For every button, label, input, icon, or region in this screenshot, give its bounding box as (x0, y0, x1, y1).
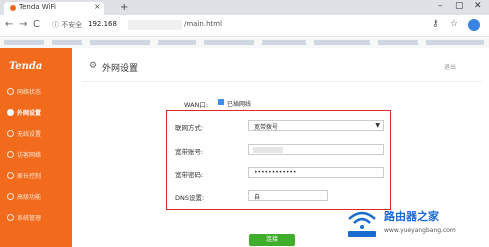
url-host: 192.168 (88, 20, 117, 28)
globe-icon (7, 109, 14, 116)
wan-label: WAN口: (184, 101, 209, 109)
bookmark-item[interactable] (262, 40, 306, 45)
bookmark-item[interactable] (314, 40, 370, 45)
bookmark-item[interactable] (4, 40, 44, 45)
connect-label: 连接 (265, 236, 278, 243)
sidebar-item-system[interactable]: 系统管理 (0, 210, 72, 226)
watermark-title: 路由器之家 (384, 210, 439, 223)
sidebar-item-label: 无线设置 (17, 131, 42, 138)
sidebar-item-wan[interactable]: 外网设置 (0, 105, 72, 121)
status-icon (7, 88, 14, 95)
parental-icon (7, 172, 14, 179)
star-icon[interactable]: ☆ (450, 19, 458, 29)
sidebar-item-label: 访客网络 (17, 152, 42, 159)
bookmarks-bar (0, 37, 489, 48)
wan-status-icon (218, 99, 224, 105)
minimize-button[interactable]: – (438, 1, 443, 11)
router-icon (348, 211, 376, 237)
address-bar: ← → C ⓘ 不安全 192.168 /main.html ⚷ ☆ (0, 15, 489, 37)
url-input[interactable]: ⓘ 不安全 192.168 /main.html (48, 19, 440, 33)
watermark: 路由器之家 www.yueyangbang.com (340, 205, 486, 243)
divider (82, 81, 482, 82)
connect-button[interactable]: 连接 (249, 234, 295, 246)
browser-tab[interactable]: Tenda WiFi × (4, 2, 104, 15)
security-indicator[interactable]: ⓘ 不安全 (52, 20, 82, 30)
forward-button[interactable]: → (19, 19, 27, 30)
sidebar-item-advanced[interactable]: 高级功能 (0, 189, 72, 205)
bookmark-item[interactable] (158, 40, 196, 45)
highlight-box (166, 110, 391, 210)
sidebar: Tenda 网络状态 外网设置 无线设置 访客网络 家长控制 高级功能 系统管理 (0, 48, 72, 247)
tools-icon (7, 193, 14, 200)
tenda-favicon-icon (10, 5, 16, 11)
bookmark-item[interactable] (52, 40, 82, 45)
sidebar-item-guest[interactable]: 访客网络 (0, 147, 72, 163)
sidebar-item-label: 外网设置 (17, 110, 42, 117)
maximize-button[interactable]: ▢ (455, 1, 464, 11)
sidebar-item-parental[interactable]: 家长控制 (0, 168, 72, 184)
tab-close-icon[interactable]: × (94, 2, 101, 11)
bookmark-item[interactable] (378, 40, 418, 45)
avatar[interactable] (468, 19, 480, 31)
settings-icon: ⚙ (89, 61, 98, 71)
sidebar-item-label: 系统管理 (17, 215, 42, 222)
sidebar-item-label: 高级功能 (17, 194, 42, 201)
tab-title: Tenda WiFi (19, 3, 56, 11)
bookmark-item[interactable] (90, 40, 150, 45)
logout-link[interactable]: 退出 (444, 62, 456, 71)
close-window-button[interactable]: ✕ (474, 1, 482, 11)
gear-icon (7, 214, 14, 221)
browser-tab-bar: Tenda WiFi × + – ▢ ✕ (0, 0, 489, 15)
wan-status: 已插网线 (227, 101, 252, 108)
back-button[interactable]: ← (5, 19, 13, 30)
url-path: /main.html (184, 20, 223, 28)
bookmark-item[interactable] (204, 40, 254, 45)
guest-icon (7, 151, 14, 158)
sidebar-item-label: 网络状态 (17, 89, 42, 96)
tenda-logo: Tenda (9, 61, 43, 72)
reload-button[interactable]: C (33, 19, 40, 30)
url-redacted (128, 20, 182, 30)
sidebar-item-status[interactable]: 网络状态 (0, 84, 72, 100)
watermark-url: www.yueyangbang.com (384, 227, 456, 234)
new-tab-button[interactable]: + (120, 2, 128, 13)
wifi-icon (7, 130, 14, 137)
sidebar-item-wireless[interactable]: 无线设置 (0, 126, 72, 142)
bookmark-item[interactable] (426, 40, 484, 45)
key-icon[interactable]: ⚷ (432, 19, 439, 29)
sidebar-item-label: 家长控制 (17, 173, 42, 180)
page-title: 外网设置 (102, 64, 139, 74)
